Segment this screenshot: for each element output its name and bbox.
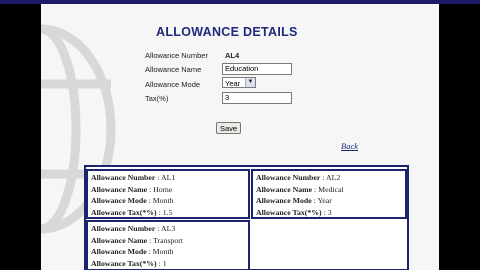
record-mode: Month: [152, 196, 174, 205]
record-number-label: Allowance Number: [91, 224, 156, 233]
tax-label: Tax(%): [145, 94, 169, 103]
records-grid: Allowance Number : AL1 Allowance Name : …: [84, 165, 409, 270]
record-mode-label: Allowance Mode: [91, 196, 147, 205]
back-link[interactable]: Back: [341, 141, 358, 151]
allowance-mode-selected: Year: [225, 79, 241, 88]
chevron-down-icon[interactable]: ▼: [245, 78, 255, 87]
record-number-label: Allowance Number: [256, 173, 321, 182]
record-card-al3: Allowance Number : AL3 Allowance Name : …: [86, 220, 250, 270]
record-name-label: Allowance Name: [91, 184, 148, 194]
record-tax: 3: [327, 207, 332, 217]
tax-input[interactable]: 3: [222, 92, 292, 104]
record-tax-label: Allowance Tax(*%): [91, 207, 157, 217]
record-card-al2: Allowance Number : AL2 Allowance Name : …: [251, 169, 407, 219]
content-panel: ALLOWANCE DETAILS Allowance Number AL4 A…: [41, 4, 439, 270]
allowance-mode-select[interactable]: Year ▼: [222, 77, 256, 88]
record-number: AL1: [160, 173, 176, 182]
record-mode: Year: [317, 196, 332, 205]
record-number-label: Allowance Number: [91, 173, 156, 182]
record-tax-label: Allowance Tax(*%): [91, 258, 157, 268]
record-mode-label: Allowance Mode: [256, 196, 312, 205]
save-button[interactable]: Save: [216, 122, 241, 134]
allowance-mode-label: Allowance Mode: [145, 80, 201, 89]
record-name: Transport: [153, 235, 184, 245]
record-tax-label: Allowance Tax(*%): [256, 207, 322, 217]
allowance-number-label: Allowance Number: [145, 51, 208, 60]
record-tax: 1: [162, 258, 167, 268]
page-title: ALLOWANCE DETAILS: [156, 25, 298, 39]
record-name-label: Allowance Name: [256, 184, 313, 194]
record-card-al1: Allowance Number : AL1 Allowance Name : …: [86, 169, 250, 219]
allowance-number-value: AL4: [225, 51, 240, 60]
record-tax: 1.5: [162, 207, 173, 217]
record-name: Medical: [318, 184, 344, 194]
allowance-name-input[interactable]: Education: [222, 63, 292, 75]
allowance-name-label: Allowance Name: [145, 65, 202, 74]
record-number: AL3: [160, 224, 176, 233]
record-name-label: Allowance Name: [91, 235, 148, 245]
record-mode: Month: [152, 247, 174, 256]
record-name: Home: [153, 184, 173, 194]
record-mode-label: Allowance Mode: [91, 247, 147, 256]
record-number: AL2: [325, 173, 341, 182]
